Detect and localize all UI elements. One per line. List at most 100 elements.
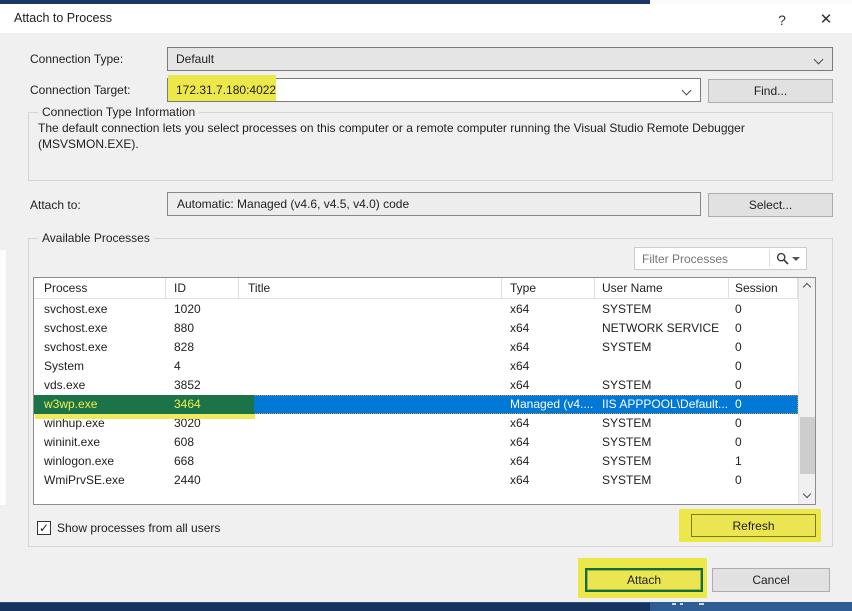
background-glyph <box>699 603 704 605</box>
cell-title <box>239 471 502 490</box>
cell-id: 668 <box>166 452 239 471</box>
select-button[interactable]: Select... <box>708 193 833 217</box>
cell-session: 0 <box>729 433 798 452</box>
cell-user: SYSTEM <box>595 338 729 357</box>
show-all-users-label: Show processes from all users <box>57 521 220 535</box>
column-header-type[interactable]: Type <box>502 278 595 298</box>
table-row[interactable]: svchost.exe 828 x64 SYSTEM 0 <box>34 338 798 357</box>
cell-session: 0 <box>729 471 798 490</box>
connection-type-label: Connection Type: <box>30 52 123 66</box>
connection-info-text-line1: The default connection lets you select p… <box>38 121 745 135</box>
column-header-user-name[interactable]: User Name <box>595 278 729 298</box>
cell-title <box>239 300 502 319</box>
cell-session: 0 <box>729 300 798 319</box>
table-row[interactable]: WmiPrvSE.exe 2440 x64 SYSTEM 0 <box>34 471 798 490</box>
process-table: Process ID Title Type User Name Session … <box>33 277 816 505</box>
cell-id: 2440 <box>166 471 239 490</box>
connection-info-group-label: Connection Type Information <box>38 105 199 119</box>
search-icon[interactable] <box>776 252 789 265</box>
cell-id: 608 <box>166 433 239 452</box>
cell-process: svchost.exe <box>34 338 166 357</box>
help-icon[interactable]: ? <box>768 9 796 31</box>
cell-process: w3wp.exe <box>34 395 166 414</box>
cell-type: x64 <box>502 376 595 395</box>
cell-session: 0 <box>729 319 798 338</box>
cell-title <box>239 319 502 338</box>
find-button[interactable]: Find... <box>708 79 833 103</box>
cell-type: x64 <box>502 357 595 376</box>
cell-title <box>239 414 502 433</box>
cell-id: 828 <box>166 338 239 357</box>
column-header-session[interactable]: Session <box>729 278 798 298</box>
cell-type: x64 <box>502 414 595 433</box>
column-header-process[interactable]: Process <box>34 278 166 298</box>
table-row-selected[interactable]: w3wp.exe 3464 Managed (v4.... IIS APPPOO… <box>34 395 798 414</box>
cell-type: x64 <box>502 433 595 452</box>
connection-info-text-line2: (MSVSMON.EXE). <box>38 137 139 151</box>
table-row[interactable]: wininit.exe 608 x64 SYSTEM 0 <box>34 433 798 452</box>
dialog-titlebar: Attach to Process ? ✕ <box>0 4 852 33</box>
refresh-button[interactable]: Refresh <box>691 514 816 537</box>
filter-dropdown-caret-icon[interactable] <box>792 257 800 261</box>
connection-info-groupbox: Connection Type Information The default … <box>28 112 833 181</box>
table-row[interactable]: vds.exe 3852 x64 SYSTEM 0 <box>34 376 798 395</box>
attach-button[interactable]: Attach <box>585 568 703 592</box>
scroll-up-icon[interactable] <box>799 278 815 295</box>
cell-session: 0 <box>729 395 798 414</box>
close-icon[interactable]: ✕ <box>812 9 840 31</box>
table-row[interactable]: winlogon.exe 668 x64 SYSTEM 1 <box>34 452 798 471</box>
cell-title <box>239 338 502 357</box>
table-row[interactable]: System 4 x64 0 <box>34 357 798 376</box>
attach-to-field[interactable]: Automatic: Managed (v4.6, v4.5, v4.0) co… <box>167 192 701 216</box>
cell-user: SYSTEM <box>595 414 729 433</box>
attach-to-label: Attach to: <box>30 198 81 212</box>
background-window-edge <box>0 250 6 505</box>
cell-id: 3464 <box>166 395 239 414</box>
cell-type: x64 <box>502 338 595 357</box>
process-table-header: Process ID Title Type User Name Session <box>34 278 798 299</box>
connection-type-value: Default <box>168 52 214 66</box>
table-row[interactable]: svchost.exe 880 x64 NETWORK SERVICE 0 <box>34 319 798 338</box>
cell-type: x64 <box>502 319 595 338</box>
cell-session: 0 <box>729 357 798 376</box>
cell-id: 3852 <box>166 376 239 395</box>
chevron-down-icon <box>814 55 824 65</box>
cell-type: x64 <box>502 471 595 490</box>
column-header-title[interactable]: Title <box>239 278 502 298</box>
available-processes-group-label: Available Processes <box>38 231 154 245</box>
cell-session: 0 <box>729 414 798 433</box>
vertical-scrollbar[interactable] <box>798 278 815 504</box>
cancel-button[interactable]: Cancel <box>712 568 830 592</box>
cell-process: System <box>34 357 166 376</box>
cell-title <box>239 395 502 414</box>
cell-session: 1 <box>729 452 798 471</box>
connection-target-value: 172.31.7.180:4022 <box>168 83 276 97</box>
show-all-users-checkbox[interactable]: ✓ <box>37 521 51 535</box>
process-table-body: svchost.exe 1020 x64 SYSTEM 0 svchost.ex… <box>34 300 798 490</box>
background-glyph <box>672 603 676 605</box>
scroll-down-icon[interactable] <box>799 487 815 504</box>
filter-processes-box[interactable] <box>634 247 807 270</box>
chevron-down-icon <box>682 86 692 96</box>
dialog-body: Connection Type: Default Connection Targ… <box>0 33 852 602</box>
connection-type-dropdown[interactable]: Default <box>167 47 833 71</box>
scrollbar-thumb[interactable] <box>800 417 815 474</box>
available-processes-groupbox: Available Processes Process ID Title Typ… <box>28 238 833 547</box>
cell-id: 880 <box>166 319 239 338</box>
filter-processes-input[interactable] <box>635 252 769 266</box>
cell-process: svchost.exe <box>34 300 166 319</box>
cell-session: 0 <box>729 338 798 357</box>
cell-title <box>239 357 502 376</box>
column-header-id[interactable]: ID <box>166 278 239 298</box>
cell-type: Managed (v4.... <box>502 395 595 414</box>
cell-user <box>595 357 729 376</box>
cell-title <box>239 376 502 395</box>
cell-user: SYSTEM <box>595 300 729 319</box>
table-row[interactable]: svchost.exe 1020 x64 SYSTEM 0 <box>34 300 798 319</box>
cell-title <box>239 433 502 452</box>
cell-user: NETWORK SERVICE <box>595 319 729 338</box>
background-glyph <box>680 603 683 605</box>
row-highlight-underline <box>35 414 255 419</box>
cell-process: WmiPrvSE.exe <box>34 471 166 490</box>
cell-process: svchost.exe <box>34 319 166 338</box>
